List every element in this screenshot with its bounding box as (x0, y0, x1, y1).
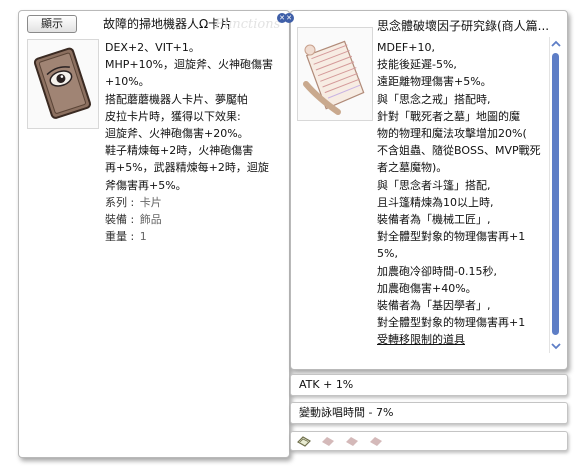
meta-key: 重量 (105, 230, 127, 244)
description-line: 鞋子精煉每+2時，火神砲傷害 (105, 144, 254, 158)
show-button[interactable]: 顯示 (27, 15, 77, 33)
description-line: 技能後延遲-5%, (377, 58, 457, 72)
description-line: 對全體型對象的物理傷害再+1 (377, 230, 526, 244)
close-icon[interactable]: ✕ (284, 13, 294, 23)
description-line: 物的物理和魔法攻擊增加20%( (377, 127, 527, 141)
scroll-up-arrow-icon[interactable] (551, 39, 561, 49)
meta-key: 系列 (105, 195, 127, 209)
scrollbar-thumb[interactable] (552, 53, 559, 335)
description-line: 斧傷害再+5%。 (105, 178, 187, 192)
description-line: 加農砲傷害+40%。 (377, 281, 477, 295)
description-line: 針對「戰死者之墓」地圖的魔 (377, 109, 520, 123)
meta-value: 1 (139, 230, 147, 244)
cast-time-bar: 變動詠唱時間 - 7% (290, 402, 568, 424)
description-line: 對全體型對象的物理傷害再+1 (377, 316, 526, 330)
book-info-window: 思念體破壞因子研究錄(商人篇... ✕ MDEF+10, 技能後延遲-5%, 遠… (284, 10, 568, 370)
card-info-window: 顯示 故障的掃地機器人Ω卡片 Functions ✕ DEX+2、VIT+1。 … (18, 10, 290, 458)
description-line: DEX+2、VIT+1。 (105, 41, 200, 54)
empty-slot-icon[interactable] (345, 436, 359, 447)
vertical-scrollbar[interactable] (549, 37, 561, 353)
description-line: 裝備者為「機械工匠」, (377, 213, 491, 227)
description-line: 皮拉卡片時，獲得以下效果: (105, 109, 241, 123)
meta-separator: : (127, 230, 138, 244)
watermark-text: Functions (215, 17, 281, 32)
book-image-frame (297, 27, 373, 121)
description-line: +10%。 (105, 75, 150, 89)
description-line: 加農砲冷卻時間-0.15秒, (377, 264, 497, 278)
empty-slot-icon[interactable] (369, 436, 383, 447)
filled-slot-icon[interactable] (297, 436, 311, 447)
card-slot-bar (290, 431, 568, 451)
item-description: DEX+2、VIT+1。 MHP+10%，迴旋斧、火神砲傷害 +10%。 搭配蘑… (105, 39, 273, 245)
description-line: 且斗篷精煉為10以上時, (377, 195, 494, 209)
item-description: MDEF+10, 技能後延遲-5%, 遠距離物理傷害+5%。 與「思念之戒」搭配… (377, 39, 541, 349)
description-line: 者之墓魔物)。 (377, 161, 448, 175)
trade-restriction-link[interactable]: 受轉移限制的道具 (377, 331, 541, 348)
meta-key: 裝備 (105, 213, 127, 227)
book-illustration (303, 40, 365, 115)
description-line: 再+5%，武器精煉每+2時，迴旋 (105, 161, 269, 175)
description-line: 裝備者為「基因學者」, (377, 299, 491, 313)
description-line: 與「思念之戒」搭配時, (377, 92, 491, 106)
meta-separator: : (127, 213, 138, 227)
description-line: 與「思念者斗篷」搭配, (377, 178, 491, 192)
meta-equip: 裝備 : 飾品 (105, 211, 273, 228)
empty-slot-icon[interactable] (321, 436, 335, 447)
card-illustration (33, 47, 92, 119)
meta-series: 系列 : 卡片 (105, 194, 273, 211)
card-image-frame (27, 39, 99, 129)
item-title: 思念體破壞因子研究錄(商人篇... (377, 19, 550, 33)
description-line: 迴旋斧、火神砲傷害+20%。 (105, 127, 249, 141)
scroll-down-arrow-icon[interactable] (551, 341, 561, 351)
meta-weight: 重量 : 1 (105, 228, 273, 245)
description-line: MHP+10%，迴旋斧、火神砲傷害 (105, 58, 274, 72)
atk-bonus-bar: ATK + 1% (290, 374, 568, 396)
meta-separator: : (127, 195, 138, 209)
description-line: 搭配蘑蘑機器人卡片、夢魘帕 (105, 92, 248, 106)
description-line: 遠距離物理傷害+5%。 (377, 75, 492, 89)
meta-value: 卡片 (139, 195, 162, 209)
description-line: MDEF+10, (377, 41, 435, 54)
meta-value: 飾品 (139, 213, 162, 227)
description-line: 5%, (377, 247, 398, 261)
description-line: 不含姐蟲、隨從BOSS、MVP戰死 (377, 144, 541, 158)
